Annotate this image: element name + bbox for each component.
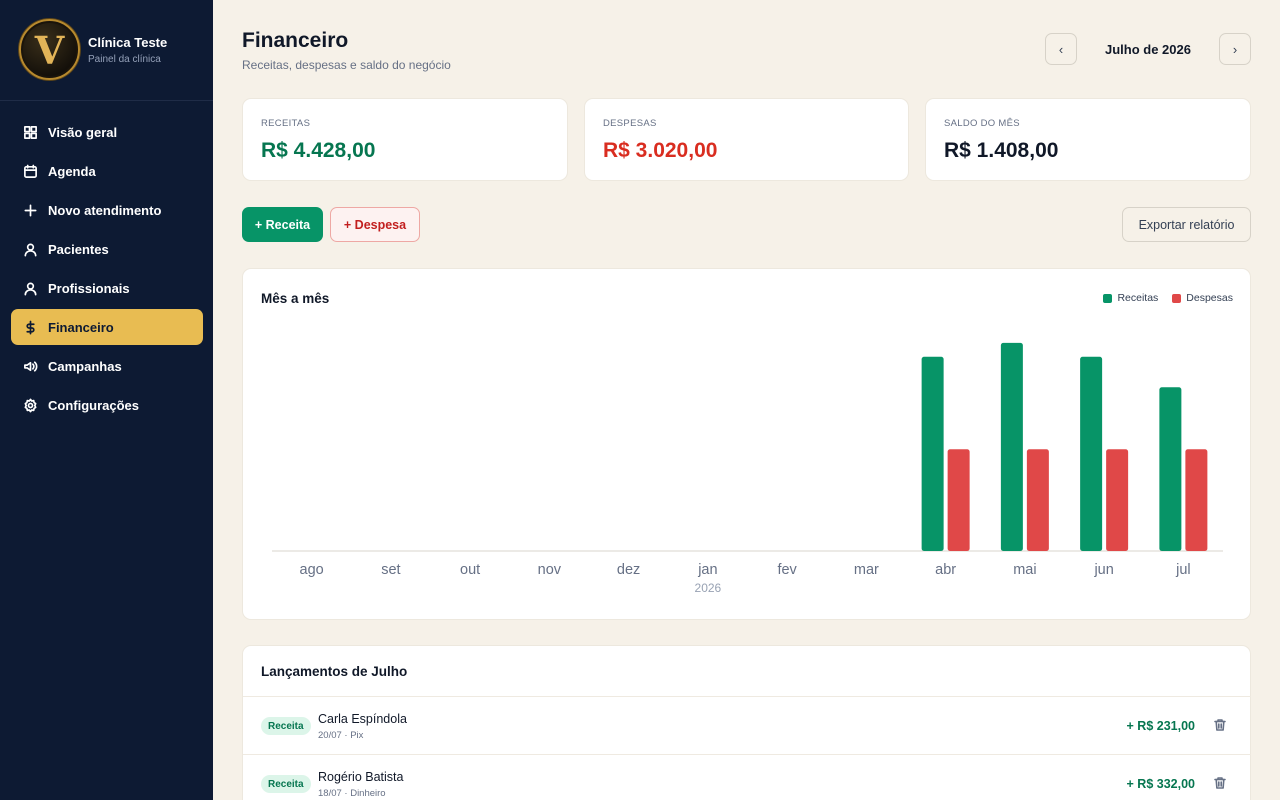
legend-label: Receitas (1117, 292, 1159, 304)
chart-title: Mês a mês (261, 291, 330, 306)
clinic-name: Clínica Teste (88, 34, 168, 50)
sidebar-item-profissionais[interactable]: Profissionais (11, 270, 203, 306)
add-receita-button[interactable]: + Receita (242, 207, 323, 242)
sidebar-item-label: Profissionais (48, 280, 130, 296)
sidebar-item-configuracoes[interactable]: Configurações (11, 387, 203, 423)
type-badge: Receita (261, 717, 311, 735)
legend-swatch (1172, 293, 1182, 303)
calendar-icon (22, 163, 38, 179)
year-marker-label: 2026 (695, 581, 722, 595)
transactions-title: Lançamentos de Julho (261, 664, 408, 679)
prev-month-button[interactable]: ‹ (1045, 33, 1077, 65)
chart-legend: Receitas Despesas (1089, 292, 1233, 304)
x-tick-label: fev (777, 562, 797, 578)
megaphone-icon (22, 358, 38, 374)
transaction-amount: + R$ 231,00 (1126, 719, 1195, 733)
clinic-logo: V (19, 19, 80, 80)
sidebar-item-label: Visão geral (48, 124, 118, 140)
transaction-row[interactable]: Receita Rogério Batista 18/07 · Dinheiro… (243, 754, 1251, 800)
stat-card-despesas: DESPESAS R$ 3.020,00 (584, 98, 909, 181)
bar-receitas-abr (921, 356, 944, 551)
chart-card: ago set out nov dez jan 2026 fev mar abr mai jun jul… (242, 268, 1251, 620)
x-tick-label: nov (538, 562, 562, 578)
legend-item-receitas: Receitas (1103, 292, 1158, 304)
sidebar-divider (0, 100, 213, 101)
export-report-button[interactable]: Exportar relatório (1122, 207, 1251, 242)
sidebar-item-label: Configurações (48, 397, 140, 413)
stat-value: R$ 1.408,00 (944, 139, 1059, 162)
transaction-meta: 18/07 · Dinheiro (318, 788, 386, 799)
transaction-row[interactable]: Receita Carla Espíndola 20/07 · Pix + R$… (243, 696, 1251, 754)
x-tick-label: jul (1175, 562, 1191, 578)
x-tick-label: jan (697, 562, 717, 578)
chevron-right-icon: › (1232, 41, 1238, 57)
stat-card-receitas: RECEITAS R$ 4.428,00 (242, 98, 568, 181)
page-title: Financeiro (242, 29, 349, 52)
monthly-chart: ago set out nov dez jan 2026 fev mar abr mai jun jul (272, 342, 1223, 595)
sidebar-item-pacientes[interactable]: Pacientes (11, 231, 203, 267)
stat-label: RECEITAS (261, 118, 311, 129)
plus-icon (22, 202, 38, 218)
sidebar-item-campanhas[interactable]: Campanhas (11, 348, 203, 384)
sidebar-item-label: Financeiro (48, 319, 114, 335)
add-despesa-button[interactable]: + Despesa (330, 207, 420, 242)
sidebar-item-financeiro[interactable]: Financeiro (11, 309, 203, 345)
legend-label: Despesas (1186, 292, 1233, 304)
x-tick-label: abr (935, 562, 956, 578)
sidebar-item-novo-atendimento[interactable]: Novo atendimento (11, 192, 203, 228)
dollar-icon (22, 319, 38, 335)
x-tick-label: mai (1013, 562, 1036, 578)
bar-receitas-mai (1000, 342, 1023, 551)
legend-item-despesas: Despesas (1172, 292, 1233, 304)
sidebar-item-label: Novo atendimento (48, 202, 162, 218)
sidebar-item-label: Agenda (48, 163, 96, 179)
bar-receitas-jul (1159, 387, 1182, 551)
next-month-button[interactable]: › (1219, 33, 1251, 65)
sidebar-item-agenda[interactable]: Agenda (11, 153, 203, 189)
transaction-meta: 20/07 · Pix (318, 730, 364, 741)
x-tick-label: set (381, 562, 400, 578)
x-tick-label: dez (617, 562, 640, 578)
bar-despesas-mai (1026, 449, 1049, 551)
current-month: Julho de 2026 (1105, 41, 1191, 57)
grid-icon (22, 124, 38, 140)
transactions-card: Lançamentos de Julho Receita Carla Espín… (242, 645, 1251, 800)
x-tick-label: ago (300, 562, 324, 578)
sidebar-item-visao-geral[interactable]: Visão geral (11, 114, 203, 150)
chevron-left-icon: ‹ (1058, 41, 1064, 57)
trash-icon[interactable] (1213, 776, 1227, 790)
user-icon (22, 241, 38, 257)
clinic-subtitle: Painel da clínica (88, 53, 161, 65)
transaction-name: Carla Espíndola (318, 712, 407, 726)
bar-despesas-jun (1106, 449, 1129, 551)
bar-despesas-jul (1185, 449, 1208, 551)
stat-label: DESPESAS (603, 118, 657, 129)
trash-icon[interactable] (1213, 718, 1227, 732)
brand: V Clínica Teste Painel da clínica (19, 19, 167, 80)
sidebar-item-label: Campanhas (48, 358, 122, 374)
type-badge: Receita (261, 775, 311, 793)
x-tick-label: mar (854, 562, 879, 578)
stat-value: R$ 3.020,00 (603, 139, 718, 162)
stat-card-saldo: SALDO DO MÊS R$ 1.408,00 (925, 98, 1251, 181)
sidebar-nav: Visão geral Agenda Novo atendimento Paci… (11, 114, 203, 426)
transaction-amount: + R$ 332,00 (1126, 777, 1195, 791)
month-navigator: ‹ Julho de 2026 › (1045, 33, 1251, 65)
stat-value: R$ 4.428,00 (261, 139, 376, 162)
gear-icon (22, 397, 38, 413)
x-tick-label: out (460, 562, 480, 578)
x-tick-label: jun (1093, 562, 1113, 578)
stat-label: SALDO DO MÊS (944, 118, 1020, 129)
bar-receitas-jun (1080, 356, 1103, 551)
sidebar: V Clínica Teste Painel da clínica Visão … (0, 0, 213, 800)
bar-despesas-abr (947, 449, 970, 551)
sidebar-item-label: Pacientes (48, 241, 109, 257)
user-icon (22, 280, 38, 296)
page-subtitle: Receitas, despesas e saldo do negócio (242, 58, 451, 72)
legend-swatch (1103, 293, 1113, 303)
transaction-name: Rogério Batista (318, 770, 404, 784)
